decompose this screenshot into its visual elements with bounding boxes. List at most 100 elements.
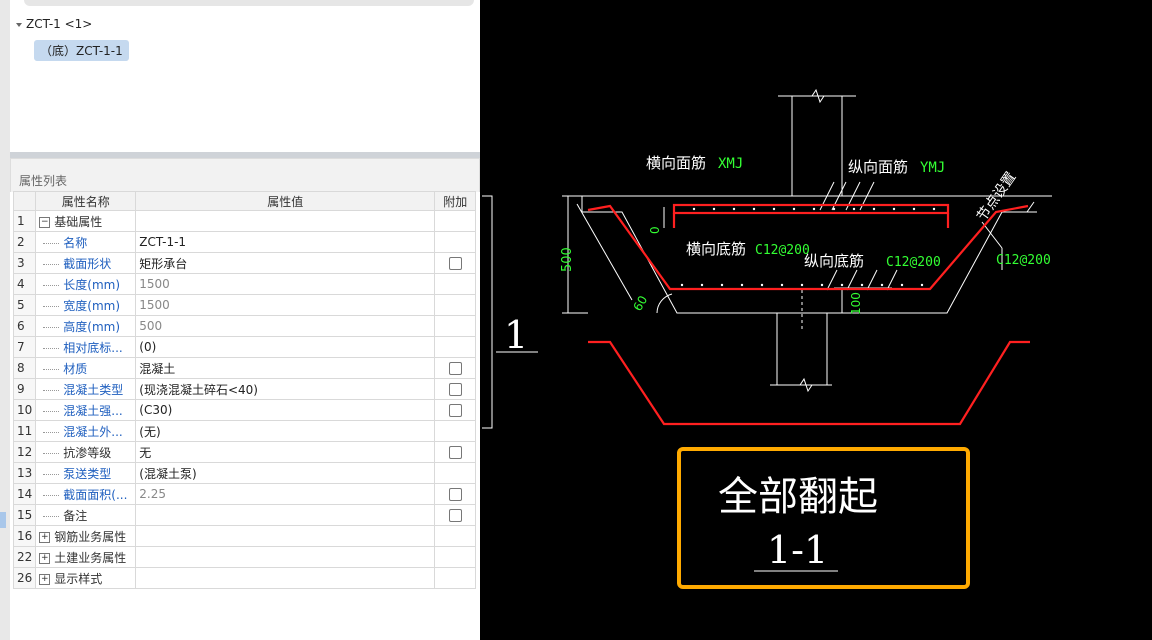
property-row[interactable]: 3 截面形状 矩形承台 <box>12 252 477 274</box>
add-checkbox[interactable] <box>448 488 462 501</box>
header-name[interactable]: 属性名称 <box>35 191 137 211</box>
property-value[interactable]: ZCT-1-1 <box>135 231 436 253</box>
cad-drawing-canvas[interactable]: 横向面筋 XMJ 纵向面筋 YMJ 节点设置 横向底筋 C12@200 纵向底筋… <box>482 0 1152 640</box>
property-name-label: 显示样式 <box>54 571 103 586</box>
add-checkbox[interactable] <box>448 446 462 459</box>
property-row[interactable]: 15 备注 <box>12 504 477 526</box>
label-node-setting: 节点设置 <box>974 169 1019 224</box>
header-add[interactable]: 附加 <box>434 191 477 211</box>
property-value[interactable]: 500 <box>135 315 436 337</box>
expand-icon[interactable]: + <box>39 573 51 585</box>
property-add-cell <box>434 273 477 295</box>
property-value[interactable]: (0) <box>135 336 436 358</box>
row-number: 10 <box>12 399 37 421</box>
row-number: 1 <box>12 210 37 232</box>
property-name-label: 混凝土强... <box>63 403 123 418</box>
row-number: 11 <box>12 420 37 442</box>
tree-node-root-label: ZCT-1 <1> <box>26 17 93 31</box>
property-value[interactable] <box>135 210 436 232</box>
property-value[interactable]: (混凝土泵) <box>135 462 436 484</box>
property-row[interactable]: 6 高度(mm) 500 <box>12 315 477 337</box>
property-row[interactable]: 9 混凝土类型 (现浇混凝土碎石<40) <box>12 378 477 400</box>
property-value[interactable] <box>135 504 436 526</box>
props-title: 属性列表 <box>19 174 68 188</box>
property-row[interactable]: 26 + 显示样式 <box>12 567 477 589</box>
row-number: 2 <box>12 231 37 253</box>
property-row[interactable]: 14 截面面积(... 2.25 <box>12 483 477 505</box>
row-number: 3 <box>12 252 37 274</box>
tree-node-root[interactable]: ZCT-1 <1> <box>16 17 92 31</box>
props-title-bar: 属性列表 <box>10 158 480 192</box>
property-name-label: 抗渗等级 <box>63 445 112 460</box>
property-row[interactable]: 4 长度(mm) 1500 <box>12 273 477 295</box>
property-add-cell <box>434 252 477 274</box>
property-value[interactable] <box>135 546 436 568</box>
property-value[interactable]: 2.25 <box>135 483 436 505</box>
row-number: 7 <box>12 336 37 358</box>
expand-icon[interactable]: + <box>39 552 51 564</box>
header-value[interactable]: 属性值 <box>135 191 436 211</box>
property-value[interactable]: 矩形承台 <box>135 252 436 274</box>
expand-arrow-icon[interactable] <box>16 22 22 27</box>
property-name: 截面面积(... <box>35 483 137 505</box>
property-name: 相对底标... <box>35 336 137 358</box>
property-value[interactable] <box>135 525 436 547</box>
row-number: 5 <box>12 294 37 316</box>
property-row[interactable]: 7 相对底标... (0) <box>12 336 477 358</box>
property-row[interactable]: 2 名称 ZCT-1-1 <box>12 231 477 253</box>
label-angle: 60 <box>630 293 650 313</box>
label-dim-500: 500 <box>560 247 575 272</box>
property-value[interactable]: (无) <box>135 420 436 442</box>
edge-marker <box>0 512 6 528</box>
property-row[interactable]: 8 材质 混凝土 <box>12 357 477 379</box>
add-checkbox[interactable] <box>448 362 462 375</box>
tree-connector <box>43 410 60 412</box>
add-checkbox[interactable] <box>448 404 462 417</box>
property-add-cell <box>434 294 477 316</box>
add-checkbox[interactable] <box>448 509 462 522</box>
tree-connector <box>43 368 60 370</box>
tree-connector <box>43 326 60 328</box>
property-name-label: 混凝土外... <box>63 424 123 439</box>
property-name-label: 钢筋业务属性 <box>54 529 127 544</box>
search-bar[interactable] <box>24 0 474 6</box>
property-row[interactable]: 22 + 土建业务属性 <box>12 546 477 568</box>
property-value[interactable]: (现浇混凝土碎石<40) <box>135 378 436 400</box>
property-row[interactable]: 1− 基础属性 <box>12 210 477 232</box>
property-row[interactable]: 11 混凝土外... (无) <box>12 420 477 442</box>
property-value[interactable]: (C30) <box>135 399 436 421</box>
add-checkbox[interactable] <box>448 257 462 270</box>
expand-icon[interactable]: + <box>39 531 51 543</box>
add-checkbox[interactable] <box>448 383 462 396</box>
label-top-transverse: 横向面筋 <box>646 154 706 172</box>
label-dim-0: 0 <box>648 226 662 234</box>
property-add-cell <box>434 546 477 568</box>
property-name: 抗渗等级 <box>35 441 137 463</box>
row-number: 26 <box>12 567 37 589</box>
tree-connector <box>43 347 60 349</box>
property-value[interactable]: 混凝土 <box>135 357 436 379</box>
section-bracket <box>482 195 493 429</box>
property-add-cell <box>434 483 477 505</box>
collapse-icon[interactable]: − <box>39 216 51 228</box>
property-name: 混凝土强... <box>35 399 137 421</box>
tree-node-selected[interactable]: （底）ZCT-1-1 <box>34 40 129 61</box>
tree-connector <box>43 452 60 454</box>
tree-connector <box>43 284 60 286</box>
property-value[interactable]: 无 <box>135 441 436 463</box>
row-number: 15 <box>12 504 37 526</box>
property-name-label: 基础属性 <box>54 214 103 229</box>
leader-bottom-long-2 <box>846 269 858 291</box>
property-add-cell <box>434 441 477 463</box>
property-value[interactable]: 1500 <box>135 294 436 316</box>
property-value[interactable]: 1500 <box>135 273 436 295</box>
property-add-cell <box>434 399 477 421</box>
property-row[interactable]: 5 宽度(mm) 1500 <box>12 294 477 316</box>
property-value[interactable] <box>135 567 436 589</box>
property-row[interactable]: 10 混凝土强... (C30) <box>12 399 477 421</box>
property-row[interactable]: 16 + 钢筋业务属性 <box>12 525 477 547</box>
outline-section-rebar <box>588 340 1030 426</box>
property-row[interactable]: 13 泵送类型 (混凝土泵) <box>12 462 477 484</box>
property-add-cell <box>434 210 477 232</box>
property-row[interactable]: 12 抗渗等级 无 <box>12 441 477 463</box>
